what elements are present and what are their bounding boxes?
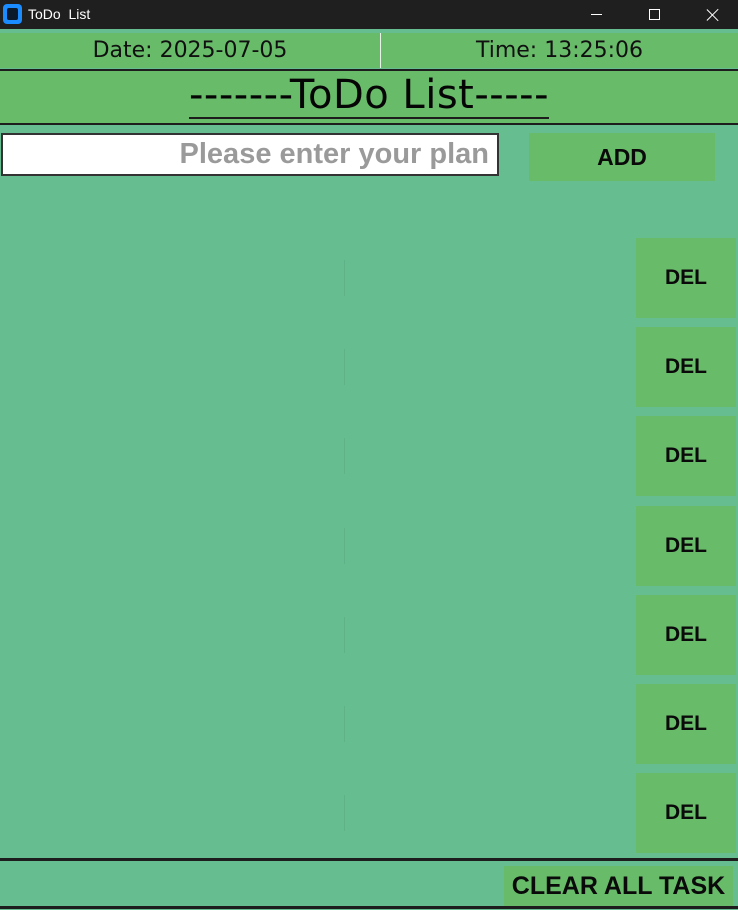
datetime-bar: Date: 2025-07-05 Time: 13:25:06 xyxy=(0,33,738,68)
add-button[interactable]: ADD xyxy=(529,133,715,181)
task-text xyxy=(344,438,345,474)
clear-all-button[interactable]: CLEAR ALL TASK xyxy=(504,866,733,906)
delete-button[interactable]: DEL xyxy=(636,773,736,853)
app-client-area: Date: 2025-07-05 Time: 13:25:06 -------T… xyxy=(0,29,738,910)
plan-input[interactable] xyxy=(1,133,499,176)
time-label: Time: 13:25:06 xyxy=(475,38,644,63)
app-icon xyxy=(3,4,22,24)
task-text xyxy=(344,706,345,742)
window-titlebar: ToDo List xyxy=(0,0,738,29)
minimize-button[interactable] xyxy=(567,0,625,29)
title-banner: -------ToDo List----- xyxy=(0,71,738,123)
maximize-icon xyxy=(648,9,660,20)
title-bottom-rule xyxy=(0,123,738,125)
task-text xyxy=(344,528,345,564)
task-row: DEL xyxy=(0,684,738,764)
task-row: DEL xyxy=(0,773,738,853)
task-row: DEL xyxy=(0,238,738,318)
page-title: -------ToDo List----- xyxy=(188,72,550,119)
delete-button[interactable]: DEL xyxy=(636,595,736,675)
task-row: DEL xyxy=(0,327,738,407)
delete-button[interactable]: DEL xyxy=(636,684,736,764)
delete-button[interactable]: DEL xyxy=(636,327,736,407)
task-text xyxy=(344,349,345,385)
footer-bar: CLEAR ALL TASK xyxy=(0,858,738,909)
maximize-button[interactable] xyxy=(625,0,683,29)
minimize-icon xyxy=(590,14,602,15)
delete-button[interactable]: DEL xyxy=(636,416,736,496)
date-label: Date: 2025-07-05 xyxy=(92,38,288,63)
task-text xyxy=(344,617,345,653)
task-text xyxy=(344,795,345,831)
task-row: DEL xyxy=(0,416,738,496)
delete-button[interactable]: DEL xyxy=(636,506,736,586)
window-title: ToDo List xyxy=(28,6,91,22)
task-row: DEL xyxy=(0,506,738,586)
task-text xyxy=(344,260,345,296)
task-row: DEL xyxy=(0,595,738,675)
delete-button[interactable]: DEL xyxy=(636,238,736,318)
close-icon xyxy=(706,8,720,22)
close-button[interactable] xyxy=(684,0,738,29)
